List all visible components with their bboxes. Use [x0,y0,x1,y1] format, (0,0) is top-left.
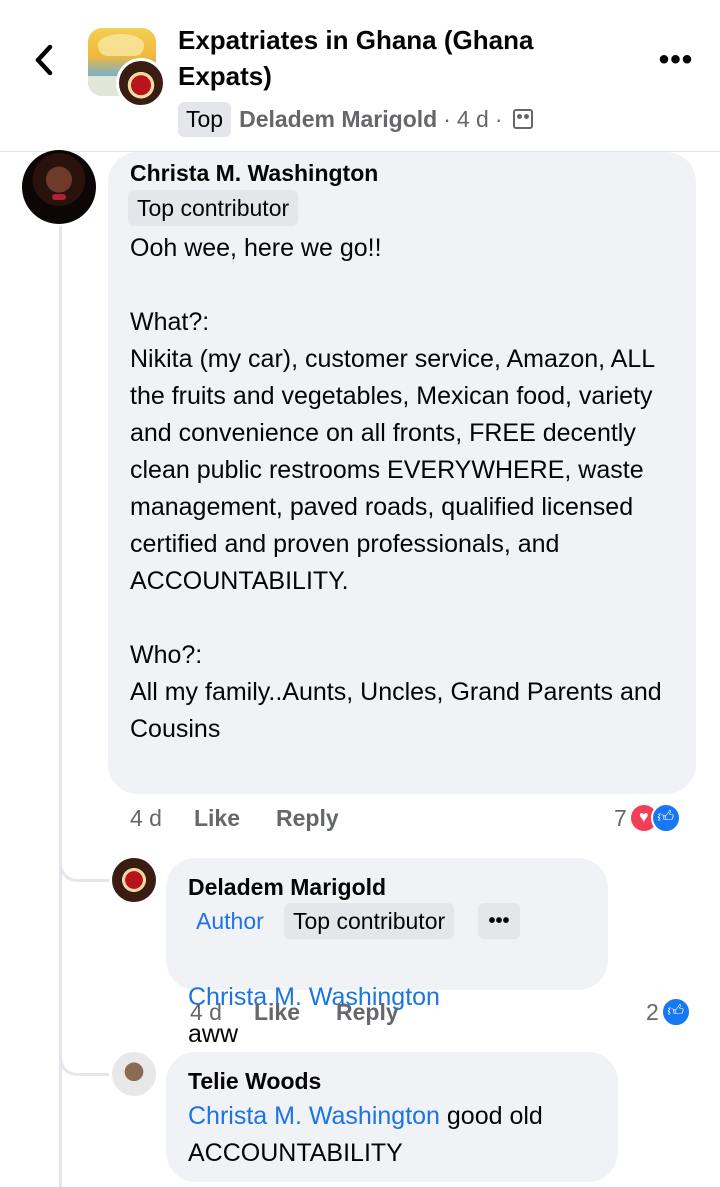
group-title[interactable]: Expatriates in Ghana (Ghana Expats) [178,22,618,94]
chevron-left-icon [35,44,53,76]
comment-actions: 4 d Like Reply [130,800,375,836]
mention-link[interactable]: Christa M. Washington [188,1102,440,1130]
comment-time: 4 d [130,804,162,831]
badge-more-button[interactable]: ••• [478,903,520,939]
top-badge: Top [178,101,232,137]
author-avatar-mini[interactable] [116,58,166,108]
like-reaction-icon: 👍︎ [650,803,681,833]
post-meta: Top Deladem Marigold · 4 d · [178,100,533,138]
like-reaction-icon: 👍︎ [660,997,691,1027]
like-button[interactable]: Like [254,999,300,1026]
more-options-button[interactable]: ••• [650,40,702,80]
reply-text-line: Christa M. Washington good old ACCOUNTAB… [188,1098,608,1172]
reaction-summary[interactable]: 7 ♥ 👍︎ [614,800,681,836]
reply-author[interactable]: Telie Woods [188,1066,321,1096]
top-contributor-badge: Top contributor [284,903,455,939]
reaction-count: 2 [646,998,659,1025]
back-button[interactable] [26,40,62,80]
reaction-count: 7 [614,804,627,831]
separator: · [494,105,503,132]
avatar-detail [52,194,66,200]
members-icon [512,109,533,129]
reply-actions: 4 d Like Reply [190,994,435,1030]
comment-author[interactable]: Christa M. Washington [130,158,378,188]
commenter-avatar[interactable] [22,150,96,224]
reply-avatar[interactable] [112,1052,156,1096]
author-tag: Author [196,908,264,934]
reply-author[interactable]: Deladem Marigold [188,872,386,902]
post-header: Expatriates in Ghana (Ghana Expats) ••• … [0,0,720,152]
top-contributor-badge: Top contributor [128,190,299,226]
post-author-name[interactable]: Deladem Marigold [239,106,437,133]
reply-button[interactable]: Reply [336,999,399,1026]
like-button[interactable]: Like [194,805,240,832]
reply-time: 4 d [190,998,222,1025]
reply-avatar[interactable] [112,858,156,902]
reply-button[interactable]: Reply [276,805,339,832]
reply-bubble[interactable]: Deladem Marigold Author Top contributor … [166,858,608,1084]
reaction-summary[interactable]: 2 👍︎ [646,994,691,1030]
post-age: 4 d [456,105,489,132]
separator: · [443,105,451,132]
thread-connector [59,1050,109,1076]
sunset-graphic [98,34,144,56]
comment-text: Ooh wee, here we go!! What?: Nikita (my … [130,234,662,743]
reply-bubble[interactable]: Telie Woods Christa M. Washington good o… [166,1052,618,1182]
thread-connector [59,856,109,882]
thread-line [59,226,62,1187]
comment-bubble[interactable]: Christa M. Washington Top contributor Oo… [108,152,696,794]
